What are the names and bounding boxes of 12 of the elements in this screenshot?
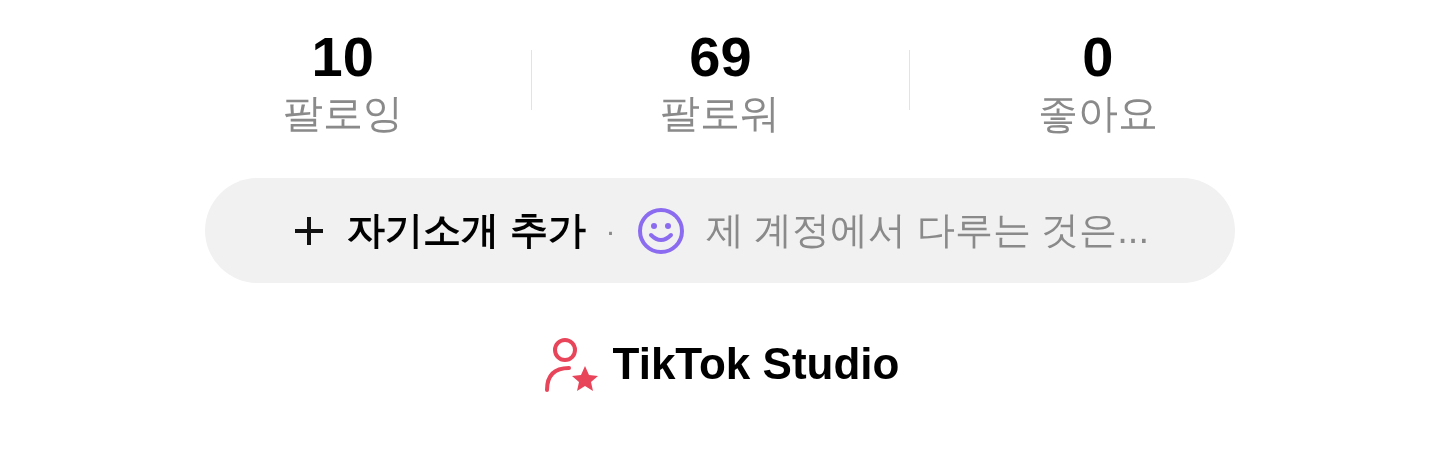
stat-value: 0 — [1082, 26, 1114, 88]
separator-dot: · — [605, 213, 616, 249]
stat-label: 팔로잉 — [282, 90, 403, 137]
studio-link[interactable]: TikTok Studio — [540, 331, 900, 397]
stat-label: 좋아요 — [1037, 90, 1158, 137]
stat-value: 69 — [689, 26, 752, 88]
bio-bar[interactable]: 자기소개 추가 · 제 계정에서 다루는 것은... — [205, 178, 1235, 283]
stat-value: 10 — [311, 26, 374, 88]
smiley-icon — [635, 205, 686, 256]
add-bio-label: 자기소개 추가 — [347, 208, 586, 253]
bio-prompt: 제 계정에서 다루는 것은... — [705, 208, 1149, 253]
stat-label: 팔로워 — [660, 90, 781, 137]
